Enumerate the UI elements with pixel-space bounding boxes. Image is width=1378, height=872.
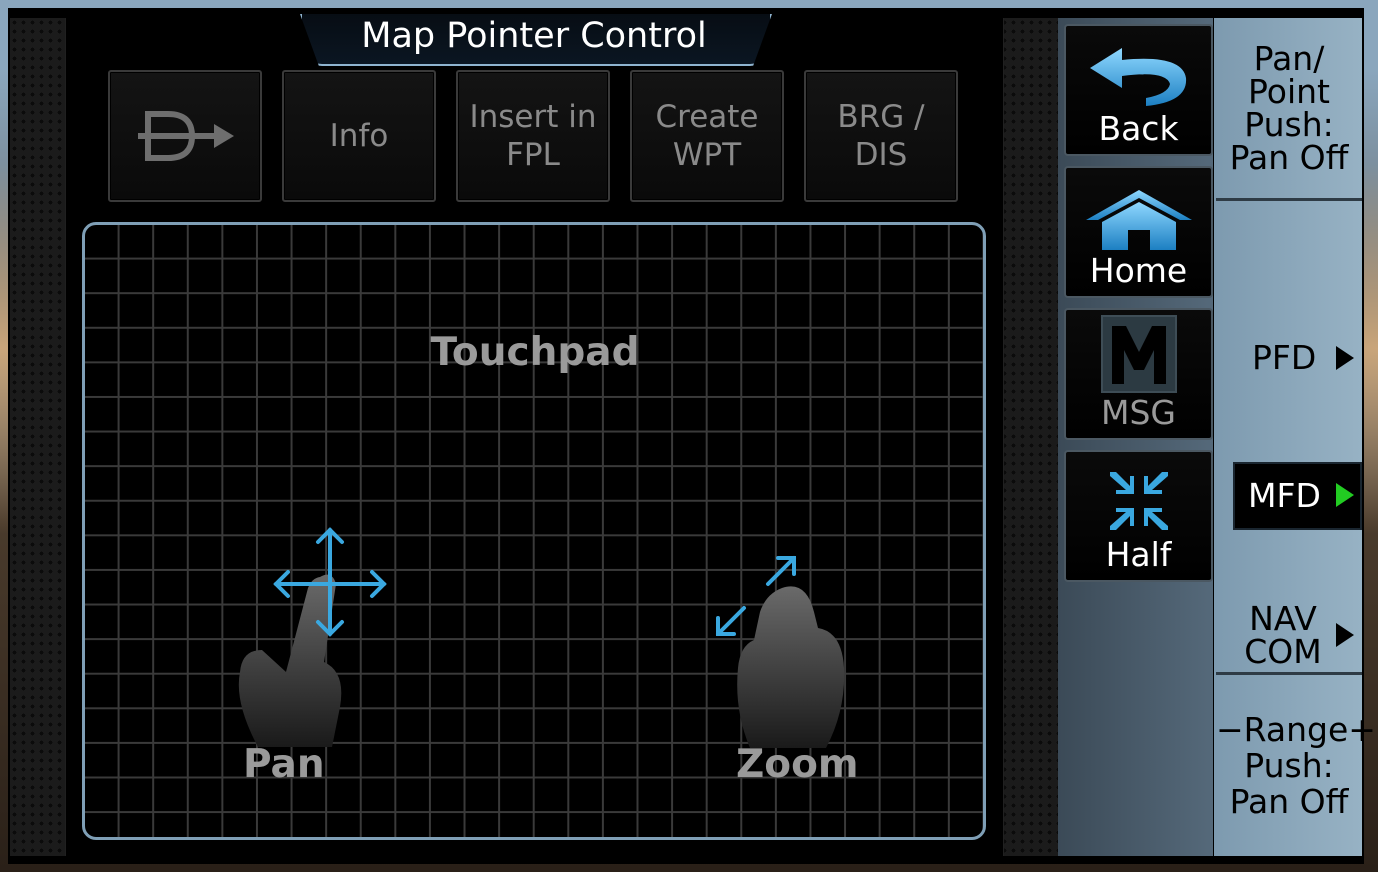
msg-label: MSG (1101, 393, 1176, 432)
touchpad-label: Touchpad (430, 330, 640, 375)
nav-com-label[interactable]: NAV COM (1240, 602, 1326, 668)
zoom-gesture-icon (716, 556, 845, 748)
half-button[interactable]: Half (1064, 450, 1213, 582)
pan-gesture-icon (238, 527, 387, 747)
brg-dis-button[interactable]: BRG / DIS (804, 70, 958, 202)
zoom-label: Zoom (736, 742, 859, 787)
range-knob-label: −Range+ Push: Pan Off (1216, 710, 1376, 821)
back-label: Back (1098, 109, 1179, 148)
mfd-label: MFD (1248, 476, 1321, 515)
pfd-label[interactable]: PFD (1252, 338, 1316, 377)
home-button[interactable]: Home (1064, 166, 1213, 298)
info-button[interactable]: Info (282, 70, 436, 202)
back-button[interactable]: Back (1064, 24, 1213, 156)
msg-icon (1101, 315, 1177, 393)
divider (1216, 672, 1362, 675)
nav-com-arrow-icon (1336, 623, 1354, 647)
page-title: Map Pointer Control (361, 16, 707, 56)
half-label: Half (1105, 535, 1172, 574)
pfd-arrow-icon (1336, 346, 1354, 370)
pan-point-knob-label: Pan/ Point Push: Pan Off (1229, 39, 1349, 177)
half-icon (1110, 472, 1168, 530)
direct-to-icon (138, 111, 234, 161)
back-arrow-icon (1090, 48, 1187, 106)
divider (1216, 198, 1362, 201)
direct-to-button[interactable] (108, 70, 262, 202)
home-icon (1086, 190, 1192, 250)
insert-in-fpl-button[interactable]: Insert in FPL (456, 70, 610, 202)
msg-button[interactable]: MSG (1064, 308, 1213, 440)
pan-label: Pan (243, 742, 325, 787)
home-label: Home (1089, 251, 1188, 290)
mfd-arrow-icon (1336, 483, 1354, 507)
create-wpt-button[interactable]: Create WPT (630, 70, 784, 202)
